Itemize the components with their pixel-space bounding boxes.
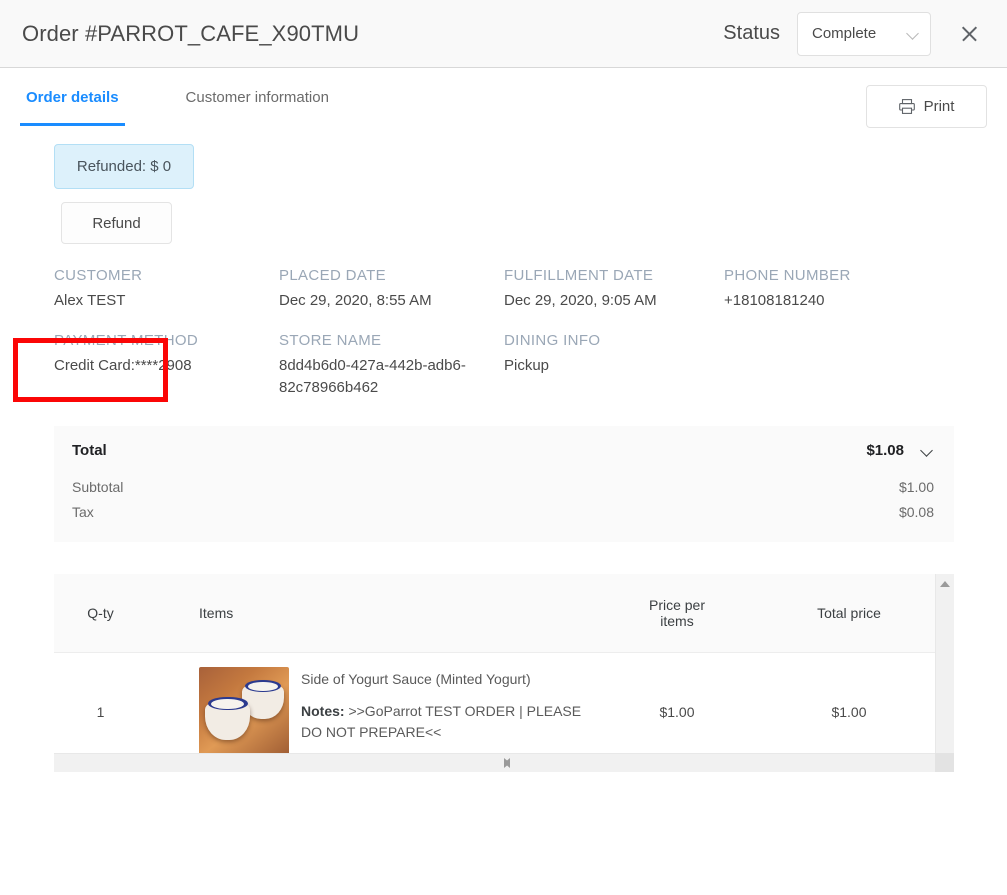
print-button-label: Print — [923, 98, 955, 115]
status-select[interactable]: Complete — [797, 11, 931, 56]
column-header-items: Items — [147, 574, 591, 653]
item-notes: Notes: >>GoParrot TEST ORDER | PLEASE DO… — [301, 701, 591, 744]
status-label: Status — [723, 22, 780, 44]
info-field-customer: CUSTOMER Alex TEST — [54, 267, 279, 312]
info-value-customer: Alex TEST — [54, 292, 126, 309]
item-notes-label: Notes: — [301, 702, 345, 719]
tab-bar: Order details Customer information — [0, 68, 1007, 126]
info-value-placed-date: Dec 29, 2020, 8:55 AM — [279, 292, 432, 309]
totals-row-tax: Tax $0.08 — [72, 500, 934, 525]
chevron-down-icon — [907, 27, 920, 40]
totals-label-tax: Tax — [72, 503, 94, 520]
chevron-down-icon[interactable] — [920, 446, 934, 455]
order-items-panel: Q-ty Items Price per items Total price 1 — [54, 574, 954, 772]
tab-order-details-label: Order details — [26, 88, 119, 106]
info-value-dining-info: Pickup — [504, 356, 550, 374]
info-field-store-name: STORE NAME 8dd4b6d0-427a-442b-adb6-82c78… — [279, 332, 504, 399]
table-header-row: Q-ty Items Price per items Total price — [54, 574, 935, 653]
refund-button-label: Refund — [92, 214, 141, 232]
order-totals-panel: Total $1.08 Subtotal $1.00 Tax $0.08 — [54, 426, 954, 543]
info-field-payment-method: PAYMENT METHOD Credit Card:****2908 — [54, 332, 279, 399]
modal-header: Order #PARROT_CAFE_X90TMU Status Complet… — [0, 0, 1007, 68]
info-field-phone-number: PHONE NUMBER +18108181240 — [724, 267, 964, 312]
info-label-store-name: STORE NAME — [279, 331, 382, 349]
order-total-amount: $1.08 — [866, 442, 904, 460]
item-name: Side of Yogurt Sauce (Minted Yogurt) — [301, 670, 531, 687]
refund-button[interactable]: Refund — [61, 202, 172, 244]
order-total-label: Total — [72, 442, 107, 460]
scroll-right-arrow-icon[interactable] — [504, 757, 510, 768]
info-field-dining-info: DINING INFO Pickup — [504, 332, 724, 399]
scrollbar-corner — [935, 752, 954, 772]
info-field-fulfillment-date: FULFILLMENT DATE Dec 29, 2020, 9:05 AM — [504, 267, 724, 312]
info-label-phone-number: PHONE NUMBER — [724, 267, 851, 284]
order-items-scroll-area: Q-ty Items Price per items Total price 1 — [54, 574, 954, 772]
info-label-customer: CUSTOMER — [54, 267, 143, 284]
totals-row-subtotal: Subtotal $1.00 — [72, 475, 934, 500]
info-label-payment-method: PAYMENT METHOD — [54, 331, 199, 349]
order-items-table: Q-ty Items Price per items Total price 1 — [54, 574, 935, 772]
item-thumbnail-image — [199, 666, 289, 757]
column-header-qty: Q-ty — [54, 574, 147, 653]
totals-amount-tax: $0.08 — [898, 503, 934, 520]
info-value-payment-method: Credit Card:****2908 — [54, 356, 192, 374]
tab-divider — [20, 124, 987, 125]
horizontal-scrollbar[interactable] — [54, 752, 954, 772]
info-value-fulfillment-date: Dec 29, 2020, 9:05 AM — [504, 292, 657, 309]
info-label-dining-info: DINING INFO — [504, 331, 601, 349]
order-total-row[interactable]: Total $1.08 — [72, 442, 934, 459]
info-value-phone-number: +18108181240 — [724, 292, 825, 309]
info-field-placed-date: PLACED DATE Dec 29, 2020, 8:55 AM — [279, 267, 504, 312]
column-header-price-per-items: Price per items — [591, 574, 763, 653]
yogurt-cup-front-shape — [205, 696, 251, 740]
printer-icon — [898, 99, 915, 114]
totals-amount-subtotal: $1.00 — [898, 479, 934, 496]
close-icon[interactable] — [949, 14, 989, 54]
status-select-value: Complete — [812, 25, 877, 42]
order-info-grid: CUSTOMER Alex TEST PLACED DATE Dec 29, 2… — [54, 267, 987, 398]
print-button[interactable]: Print — [866, 85, 987, 128]
info-label-fulfillment-date: FULFILLMENT DATE — [504, 267, 654, 284]
info-value-store-name: 8dd4b6d0-427a-442b-adb6-82c78966b462 — [279, 356, 466, 396]
tab-customer-information[interactable]: Customer information — [180, 68, 335, 126]
refunded-badge: Refunded: $ 0 — [54, 144, 194, 189]
info-field-empty — [724, 332, 964, 399]
order-details-panel: Refunded: $ 0 Refund CUSTOMER Alex TEST … — [0, 126, 1007, 772]
vertical-scrollbar[interactable] — [935, 574, 954, 770]
refunded-badge-label: Refunded: $ 0 — [76, 158, 172, 175]
totals-label-subtotal: Subtotal — [72, 479, 124, 496]
page-title: Order #PARROT_CAFE_X90TMU — [22, 20, 360, 46]
tab-customer-information-label: Customer information — [185, 88, 329, 106]
info-label-placed-date: PLACED DATE — [279, 267, 386, 284]
tab-order-details[interactable]: Order details — [20, 68, 125, 126]
scroll-up-arrow-icon[interactable] — [940, 581, 950, 588]
column-header-total-price: Total price — [763, 574, 935, 653]
